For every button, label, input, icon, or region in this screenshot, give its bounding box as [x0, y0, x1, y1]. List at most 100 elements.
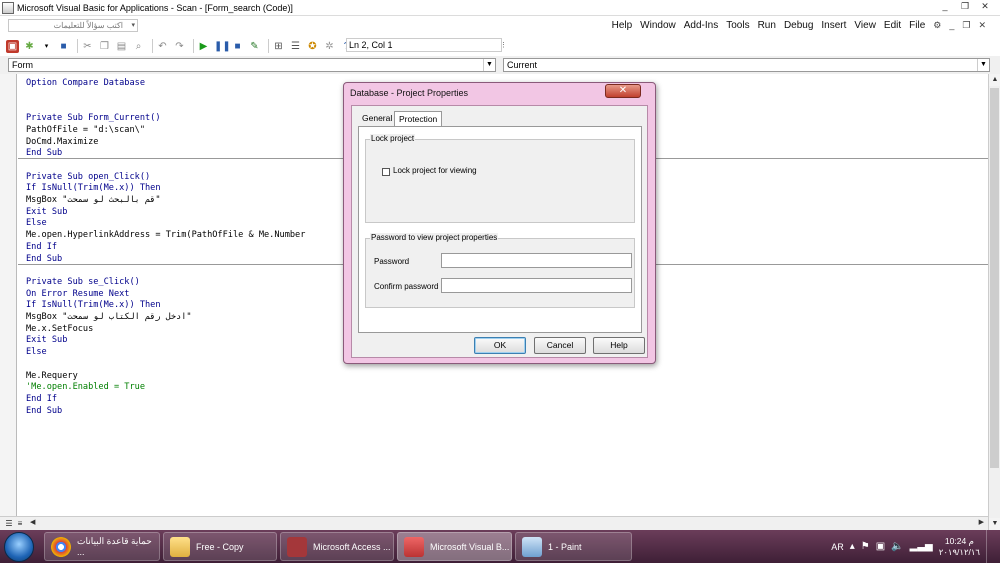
vertical-scrollbar[interactable]: ▲ ▼ [988, 74, 1000, 530]
code-line[interactable]: MsgBox "ادخل رقم الكتاب لو سمحت" [26, 312, 192, 323]
cancel-button[interactable]: Cancel [534, 337, 586, 354]
lock-project-checkbox[interactable] [382, 168, 390, 176]
properties-window-icon[interactable]: ☰ [289, 40, 302, 53]
margin-indicator-bar[interactable] [0, 74, 17, 516]
code-line[interactable]: Option Compare Database [26, 78, 145, 89]
menu-window[interactable]: Window [636, 20, 680, 31]
menu-add-ins[interactable]: Add-Ins [680, 20, 722, 31]
show-desktop-button[interactable] [986, 530, 996, 563]
language-indicator[interactable]: AR [831, 542, 844, 552]
code-line[interactable]: End Sub [26, 406, 62, 417]
object-combo[interactable]: Form ▼ [8, 58, 496, 72]
menu-tools[interactable]: Tools [722, 20, 753, 31]
code-line[interactable]: End If [26, 242, 57, 253]
code-line[interactable]: Me.x.SetFocus [26, 324, 93, 335]
code-line[interactable]: Private Sub se_Click() [26, 277, 140, 288]
break-icon[interactable]: ❚❚ [214, 40, 231, 53]
menu-debug[interactable]: Debug [780, 20, 817, 31]
chevron-down-icon[interactable]: ▾ [40, 40, 53, 53]
flag-icon[interactable]: ⚑ [861, 541, 870, 552]
code-line[interactable]: MsgBox "قم بالبحث لو سمحت" [26, 195, 161, 206]
volume-icon[interactable]: 🔈 [891, 541, 903, 552]
scroll-thumb[interactable] [990, 88, 999, 468]
minimize-button[interactable]: _ [936, 1, 954, 13]
code-line[interactable]: DoCmd.Maximize [26, 137, 98, 148]
doc-minimize-button[interactable]: _ [945, 20, 958, 31]
menu-view[interactable]: View [850, 20, 880, 31]
doc-icon[interactable]: ⚙ [929, 20, 945, 31]
scroll-right-icon[interactable]: ▶ [979, 518, 984, 526]
code-line[interactable]: If IsNull(Trim(Me.x)) Then [26, 183, 161, 194]
menu-insert[interactable]: Insert [817, 20, 850, 31]
tab-protection[interactable]: Protection [394, 111, 443, 126]
doc-restore-button[interactable]: ❐ [958, 20, 974, 31]
horizontal-scrollbar[interactable]: ☰ ≡ ◀ ▶ [0, 516, 988, 530]
code-line[interactable]: Me.Requery [26, 371, 78, 382]
lock-project-checkbox-label[interactable]: Lock project for viewing [393, 166, 477, 175]
doc-close-button[interactable]: ✕ [974, 20, 990, 31]
scroll-up-icon[interactable]: ▲ [989, 74, 1000, 86]
taskbar-item-chrome[interactable]: حماية قاعدة البيانات ... [44, 532, 160, 561]
procedure-combo[interactable]: Current ▼ [503, 58, 990, 72]
insert-module-icon[interactable]: ✱ [23, 40, 36, 53]
restore-button[interactable]: ❐ [956, 1, 974, 13]
close-button[interactable]: ✕ [976, 1, 994, 13]
view-access-icon[interactable]: ▣ [6, 39, 19, 53]
help-button[interactable]: Help [593, 337, 645, 354]
code-line[interactable]: Me.open.HyperlinkAddress = Trim(PathOfFi… [26, 230, 305, 241]
code-line[interactable]: PathOfFile = "d:\scan\" [26, 125, 145, 136]
taskbar-item-paint[interactable]: 1 - Paint [515, 532, 632, 561]
code-line[interactable]: Private Sub open_Click() [26, 172, 150, 183]
toolbox-icon[interactable]: ✲ [323, 40, 336, 53]
paste-icon[interactable]: ▤ [115, 40, 128, 53]
ask-question-box[interactable]: اكتب سؤالاً للتعليمات ▾ [8, 19, 138, 32]
design-mode-icon[interactable]: ✎ [248, 40, 261, 53]
code-line[interactable]: End If [26, 394, 57, 405]
chevron-down-icon[interactable]: ▼ [483, 59, 495, 71]
chevron-down-icon[interactable]: ▾ [131, 20, 135, 31]
code-line[interactable]: On Error Resume Next [26, 289, 129, 300]
toolbar-grip-icon[interactable]: ⋮ [500, 41, 508, 53]
taskbar-item-access[interactable]: Microsoft Access ... [280, 532, 394, 561]
tab-general[interactable]: General [358, 111, 396, 126]
ok-button[interactable]: OK [474, 337, 526, 354]
taskbar-item-folder[interactable]: Free - Copy [163, 532, 277, 561]
menu-help[interactable]: Help [608, 20, 637, 31]
dialog-title: Database - Project Properties [350, 88, 469, 98]
menu-run[interactable]: Run [754, 20, 780, 31]
redo-icon[interactable]: ↷ [173, 40, 186, 53]
copy-icon[interactable]: ❐ [98, 40, 111, 53]
scroll-down-icon[interactable]: ▼ [989, 518, 1000, 530]
code-line[interactable]: End Sub [26, 254, 62, 265]
code-line[interactable]: Exit Sub [26, 335, 67, 346]
code-line[interactable]: Else [26, 347, 47, 358]
dialog-close-button[interactable]: ✕ [605, 84, 641, 98]
network-adapter-icon[interactable]: ▣ [876, 541, 885, 552]
full-module-view-icon[interactable]: ≡ [15, 518, 25, 529]
chevron-down-icon[interactable]: ▼ [977, 59, 989, 71]
project-explorer-icon[interactable]: ⊞ [272, 40, 285, 53]
code-line[interactable]: Private Sub Form_Current() [26, 113, 161, 124]
undo-icon[interactable]: ↶ [156, 40, 169, 53]
code-line[interactable]: If IsNull(Trim(Me.x)) Then [26, 300, 161, 311]
scroll-left-icon[interactable]: ◀ [30, 518, 35, 526]
save-icon[interactable]: ■ [57, 40, 70, 53]
taskbar-item-vba[interactable]: Microsoft Visual B... [397, 532, 512, 561]
start-button[interactable] [4, 532, 34, 562]
menu-edit[interactable]: Edit [880, 20, 905, 31]
run-icon[interactable]: ▶ [197, 40, 210, 53]
confirm-password-field[interactable] [441, 278, 632, 293]
code-line[interactable]: Else [26, 218, 47, 229]
find-icon[interactable]: ⌕ [132, 40, 145, 53]
password-field[interactable] [441, 253, 632, 268]
procedure-view-icon[interactable]: ☰ [4, 518, 14, 529]
reset-icon[interactable]: ■ [231, 40, 244, 53]
menu-file[interactable]: File [905, 20, 929, 31]
code-line[interactable]: Exit Sub [26, 207, 67, 218]
cut-icon[interactable]: ✂ [81, 40, 94, 53]
clock[interactable]: 10:24 م ٢٠١٩/١٢/١٦ [939, 536, 980, 558]
signal-icon[interactable]: ▂▃▅ [910, 541, 933, 552]
code-line[interactable]: 'Me.open.Enabled = True [26, 382, 145, 393]
show-hidden-icon[interactable]: ▴ [850, 541, 855, 552]
object-browser-icon[interactable]: ✪ [306, 40, 319, 53]
